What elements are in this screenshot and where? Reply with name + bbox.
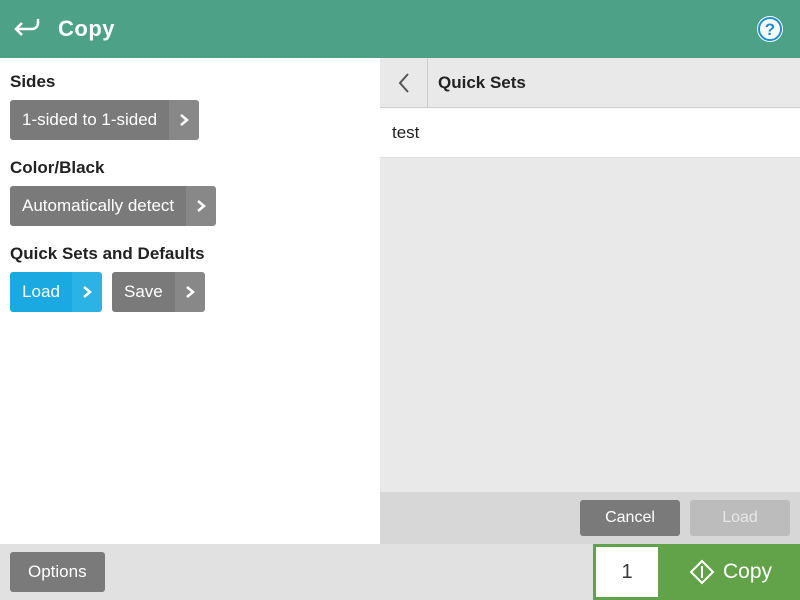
quicksets-load-button: Load	[690, 500, 790, 536]
copies-input[interactable]: 1	[593, 544, 661, 600]
chevron-right-icon	[186, 186, 216, 226]
sides-value: 1-sided to 1-sided	[10, 100, 169, 140]
quicksets-footer: Cancel Load	[380, 492, 800, 544]
color-label: Color/Black	[10, 158, 370, 178]
sides-label: Sides	[10, 72, 370, 92]
save-label: Save	[112, 272, 175, 312]
quicksets-list: test	[380, 108, 800, 492]
quicksets-panel: Quick Sets test Cancel Load	[380, 58, 800, 544]
color-button[interactable]: Automatically detect	[10, 186, 216, 226]
sides-button[interactable]: 1-sided to 1-sided	[10, 100, 199, 140]
copy-diamond-icon	[689, 559, 715, 585]
help-icon[interactable]: ?	[756, 15, 784, 43]
settings-panel: Sides 1-sided to 1-sided Color/Black Aut…	[0, 58, 380, 544]
quickset-item[interactable]: test	[380, 108, 800, 158]
chevron-right-icon	[72, 272, 102, 312]
svg-text:?: ?	[765, 20, 775, 39]
load-label: Load	[10, 272, 72, 312]
quicksets-back-button[interactable]	[380, 58, 428, 107]
main-content: Sides 1-sided to 1-sided Color/Black Aut…	[0, 58, 800, 544]
options-button[interactable]: Options	[10, 552, 105, 592]
color-value: Automatically detect	[10, 186, 186, 226]
copy-label: Copy	[723, 560, 772, 584]
quicksets-header: Quick Sets	[380, 58, 800, 108]
footer-bar: Options 1 Copy	[0, 544, 800, 600]
back-icon[interactable]	[14, 17, 42, 41]
page-title: Copy	[58, 16, 115, 42]
save-button[interactable]: Save	[112, 272, 205, 312]
load-button[interactable]: Load	[10, 272, 102, 312]
chevron-right-icon	[169, 100, 199, 140]
chevron-right-icon	[175, 272, 205, 312]
copy-button[interactable]: Copy	[661, 544, 800, 600]
footer-left: Options	[0, 544, 593, 600]
app-header: Copy ?	[0, 0, 800, 58]
cancel-button[interactable]: Cancel	[580, 500, 680, 536]
quicksets-defaults-label: Quick Sets and Defaults	[10, 244, 370, 264]
quicksets-title: Quick Sets	[428, 58, 526, 107]
